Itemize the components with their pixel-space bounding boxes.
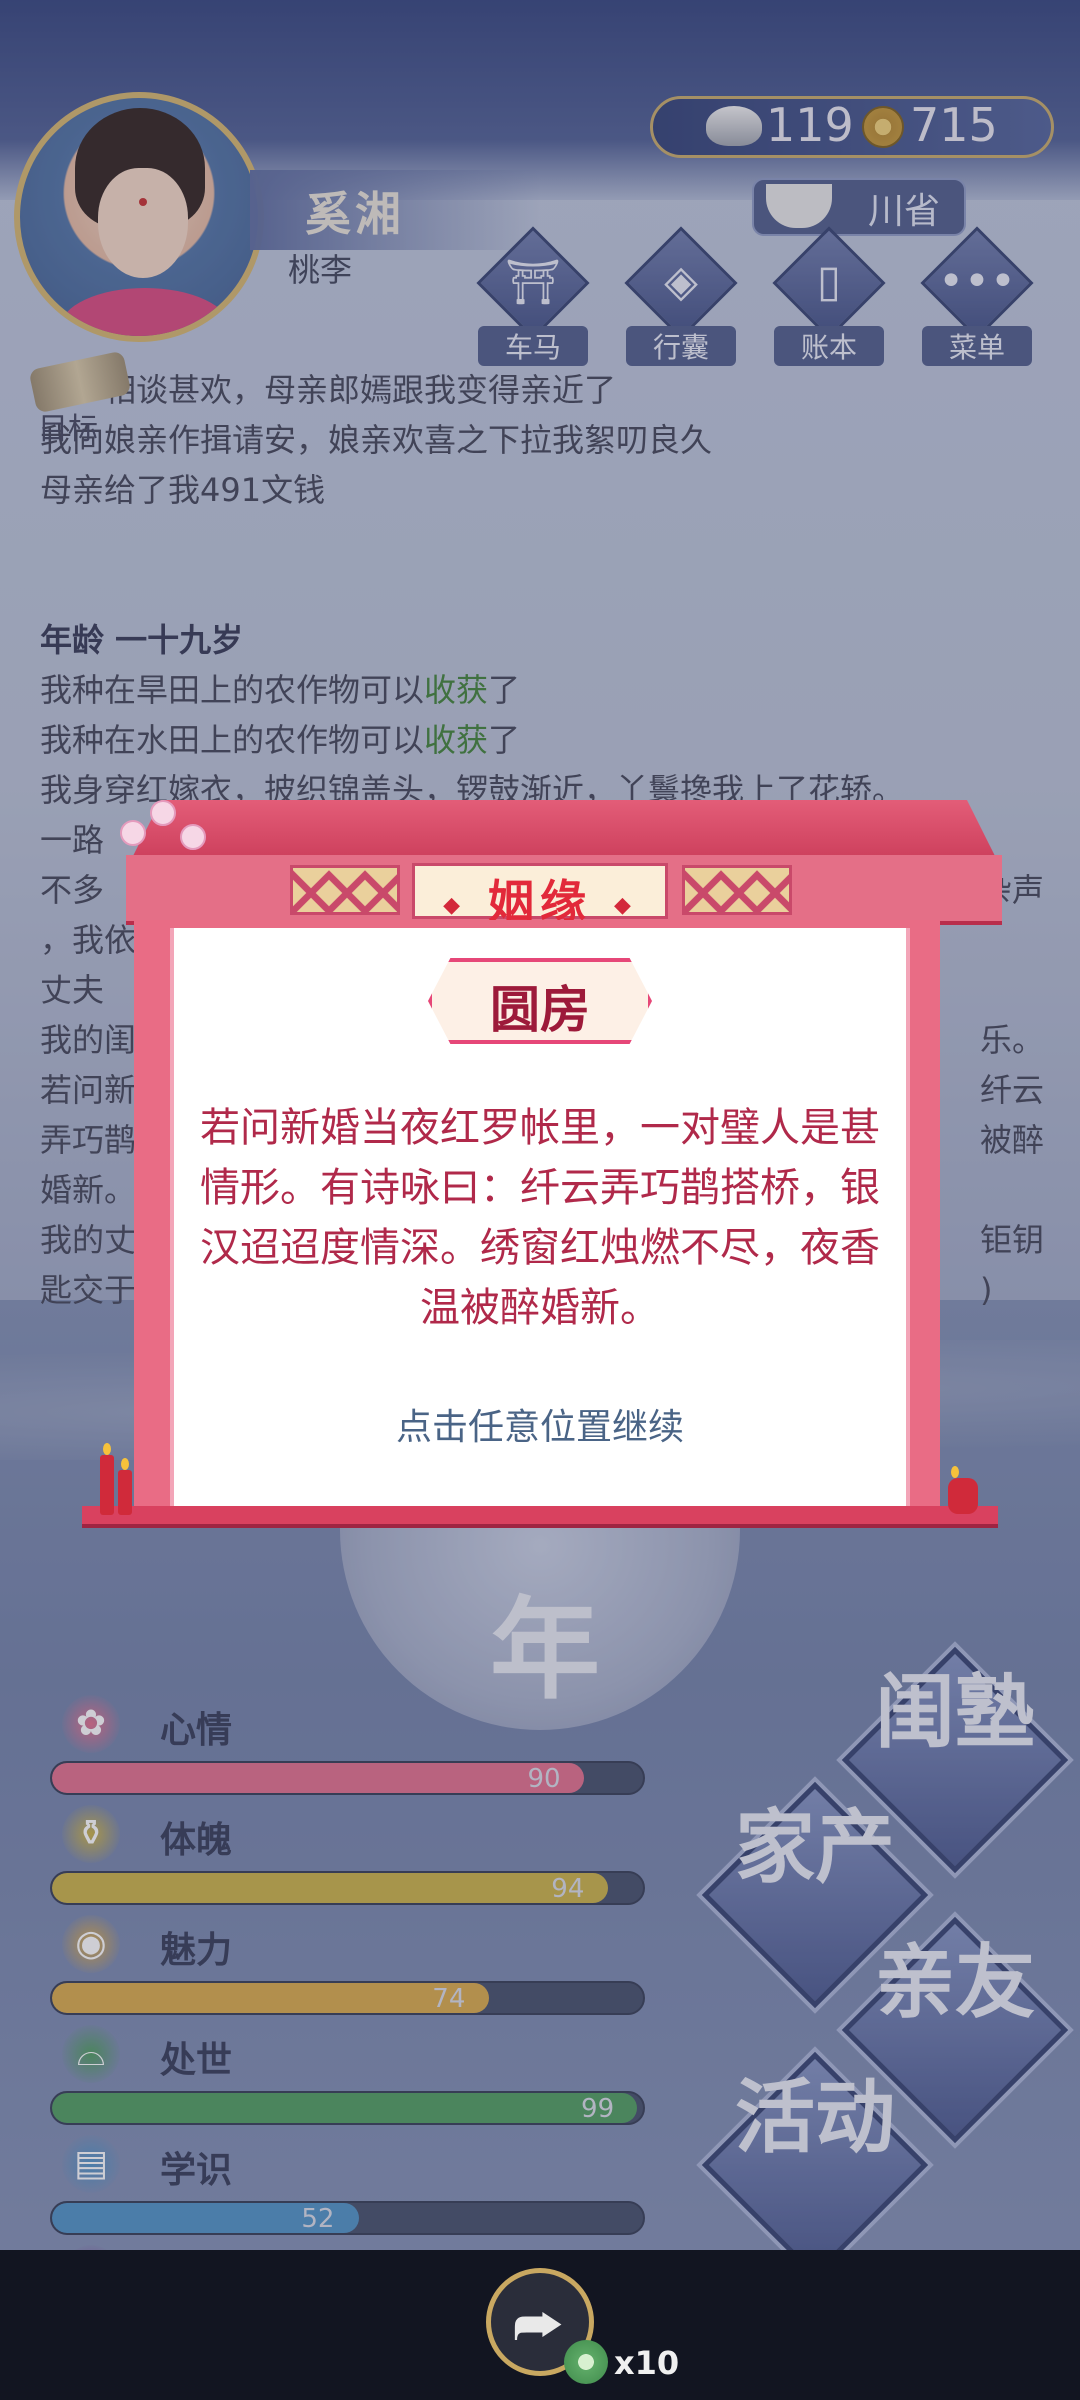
plum-blossom-icon: [110, 800, 230, 860]
dialog-lattice-right: [682, 865, 792, 915]
dialog-subtitle: 圆房: [490, 981, 590, 1039]
double-happiness-icon: [948, 1466, 978, 1514]
blossom-petal: [180, 824, 206, 850]
blossom-petal: [150, 800, 176, 826]
candle-icon: [118, 1458, 132, 1515]
candle-icon: [100, 1443, 114, 1515]
dialog-lattice-left: [290, 865, 400, 915]
diamond-dot-icon: ◆: [614, 893, 637, 918]
dialog-body: 若问新婚当夜红罗帐里，一对璧人是甚情形。有诗咏曰：纤云弄巧鹊搭桥，银汉迢迢度情深…: [200, 1105, 880, 1331]
dialog-base: [82, 1506, 998, 1528]
share-count: x10: [614, 2344, 680, 2382]
share-icon: ⮫: [513, 2295, 564, 2358]
diamond-dot-icon: ◆: [443, 893, 466, 918]
jade-token-icon: [564, 2340, 608, 2384]
dialog-continue-hint[interactable]: 点击任意位置继续: [200, 1398, 880, 1450]
blossom-petal: [120, 820, 146, 846]
